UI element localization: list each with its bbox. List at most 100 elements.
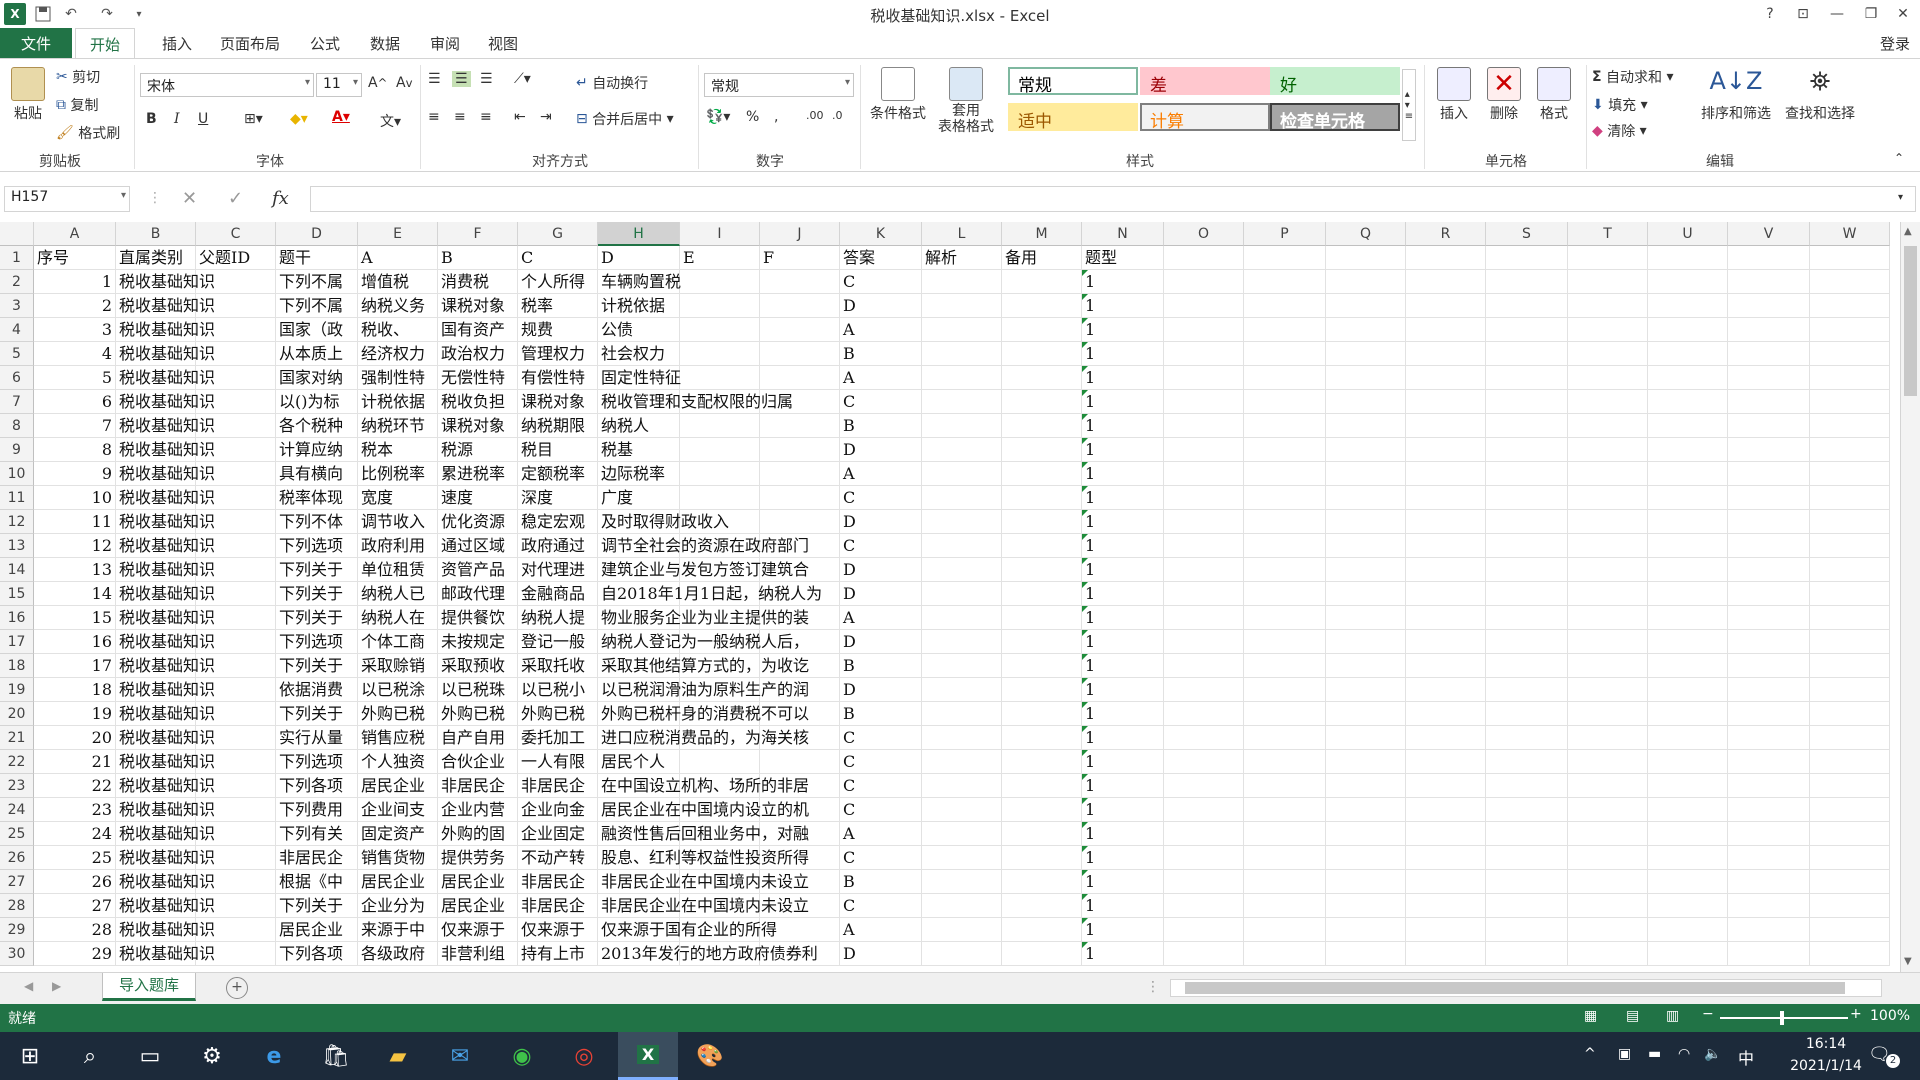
cell[interactable] [1728, 894, 1810, 918]
cell[interactable] [1728, 774, 1810, 798]
cell[interactable] [1486, 342, 1568, 366]
column-header-W[interactable]: W [1810, 222, 1890, 246]
column-header-O[interactable]: O [1164, 222, 1244, 246]
cell[interactable] [922, 558, 1002, 582]
autosum-button[interactable]: Σ 自动求和 ▾ [1592, 67, 1674, 87]
cell[interactable] [1486, 678, 1568, 702]
cell[interactable] [1486, 654, 1568, 678]
cell[interactable]: 各级政府 [358, 942, 438, 966]
cell[interactable]: 4 [34, 342, 116, 366]
column-header-E[interactable]: E [358, 222, 438, 246]
cell[interactable] [1486, 870, 1568, 894]
cell[interactable]: 纳税环节 [358, 414, 438, 438]
cell[interactable]: 自产自用 [438, 726, 518, 750]
cell[interactable]: 车辆购置税 [598, 270, 681, 294]
cell[interactable]: 14 [34, 582, 116, 606]
cell[interactable]: 下列各项 [276, 942, 358, 966]
cell[interactable]: 1 [1082, 342, 1164, 366]
cell[interactable] [922, 702, 1002, 726]
paint-icon[interactable]: 🎨 [680, 1032, 740, 1080]
cell[interactable]: B [840, 414, 922, 438]
cell[interactable] [1728, 486, 1810, 510]
cell[interactable]: 自2018年1月1日起，纳税人为 [598, 582, 822, 606]
cell[interactable] [1648, 726, 1728, 750]
cell[interactable]: 下列选项 [276, 630, 358, 654]
cell[interactable]: 企业固定 [518, 822, 598, 846]
cell[interactable] [922, 630, 1002, 654]
cell[interactable] [1164, 366, 1244, 390]
format-cells-button[interactable]: 格式 [1534, 67, 1574, 123]
cell[interactable]: 税收基础知识 [116, 606, 215, 630]
cell[interactable] [1728, 342, 1810, 366]
column-header-M[interactable]: M [1002, 222, 1082, 246]
task-view-icon[interactable]: ▭ [120, 1032, 180, 1080]
cell[interactable] [1244, 342, 1326, 366]
cell[interactable] [1326, 486, 1406, 510]
cell[interactable] [1648, 678, 1728, 702]
cell[interactable]: 非居民企 [518, 894, 598, 918]
cell[interactable] [1728, 606, 1810, 630]
cell[interactable]: 在中国设立机构、场所的非居 [598, 774, 809, 798]
cell[interactable]: 持有上市 [518, 942, 598, 966]
cell[interactable]: 26 [34, 870, 116, 894]
cell[interactable] [1810, 750, 1890, 774]
cell[interactable] [1648, 486, 1728, 510]
cell[interactable] [1486, 366, 1568, 390]
cell[interactable]: 外购已税杆身的消费税不可以 [598, 702, 809, 726]
cell[interactable] [1486, 534, 1568, 558]
cell[interactable]: 规费 [518, 318, 598, 342]
cell[interactable]: 通过区域 [438, 534, 518, 558]
cell[interactable]: 税收基础知识 [116, 318, 215, 342]
cell[interactable]: 居民企业在中国境内设立的机 [598, 798, 809, 822]
cell[interactable] [1244, 678, 1326, 702]
cell[interactable]: 税收基础知识 [116, 702, 215, 726]
row-header[interactable]: 10 [0, 462, 34, 486]
cell[interactable] [1648, 246, 1728, 270]
cell[interactable] [1164, 270, 1244, 294]
cell[interactable]: 1 [1082, 822, 1164, 846]
cell[interactable]: 1 [1082, 462, 1164, 486]
cell[interactable] [1164, 414, 1244, 438]
normal-view-icon[interactable]: ▦ [1584, 1008, 1597, 1024]
cell[interactable]: 税收基础知识 [116, 678, 215, 702]
cell[interactable] [1486, 414, 1568, 438]
cell[interactable]: 非居民企 [276, 846, 358, 870]
cell[interactable]: 采取托收 [518, 654, 598, 678]
cell[interactable] [760, 342, 840, 366]
cell[interactable]: 22 [34, 774, 116, 798]
cell[interactable]: 非居民企业在中国境内未设立 [598, 894, 809, 918]
cell[interactable] [1164, 486, 1244, 510]
column-header-A[interactable]: A [34, 222, 116, 246]
cell[interactable]: 提供劳务 [438, 846, 518, 870]
cell[interactable]: C [840, 798, 922, 822]
cell[interactable] [1164, 750, 1244, 774]
minimize-icon[interactable]: — [1822, 3, 1852, 25]
cell[interactable] [760, 294, 840, 318]
cell[interactable] [1244, 510, 1326, 534]
cell[interactable]: 29 [34, 942, 116, 966]
cell[interactable]: 税收基础知识 [116, 630, 215, 654]
cell[interactable] [1326, 318, 1406, 342]
cell[interactable]: 下列关于 [276, 606, 358, 630]
cell[interactable]: 1 [1082, 726, 1164, 750]
cell[interactable] [1244, 558, 1326, 582]
cell[interactable] [922, 270, 1002, 294]
cell[interactable] [1406, 342, 1486, 366]
cell[interactable] [922, 462, 1002, 486]
settings-gear-icon[interactable]: ⚙ [182, 1032, 242, 1080]
cell[interactable] [1164, 918, 1244, 942]
cell[interactable]: 销售货物 [358, 846, 438, 870]
tray-app-icon[interactable]: ▣ [1618, 1046, 1631, 1062]
cell[interactable]: 1 [1082, 630, 1164, 654]
cell[interactable]: A [358, 246, 438, 270]
cell[interactable] [1002, 294, 1082, 318]
cell[interactable] [760, 414, 840, 438]
cell[interactable]: 调节收入 [358, 510, 438, 534]
cell[interactable] [1568, 270, 1648, 294]
expand-formula-icon[interactable]: ▾ [1898, 192, 1903, 203]
cell[interactable]: 邮政代理 [438, 582, 518, 606]
cell[interactable] [1810, 366, 1890, 390]
clock-time[interactable]: 16:14 [1786, 1036, 1866, 1052]
cell[interactable]: 答案 [840, 246, 922, 270]
cell[interactable] [1406, 294, 1486, 318]
